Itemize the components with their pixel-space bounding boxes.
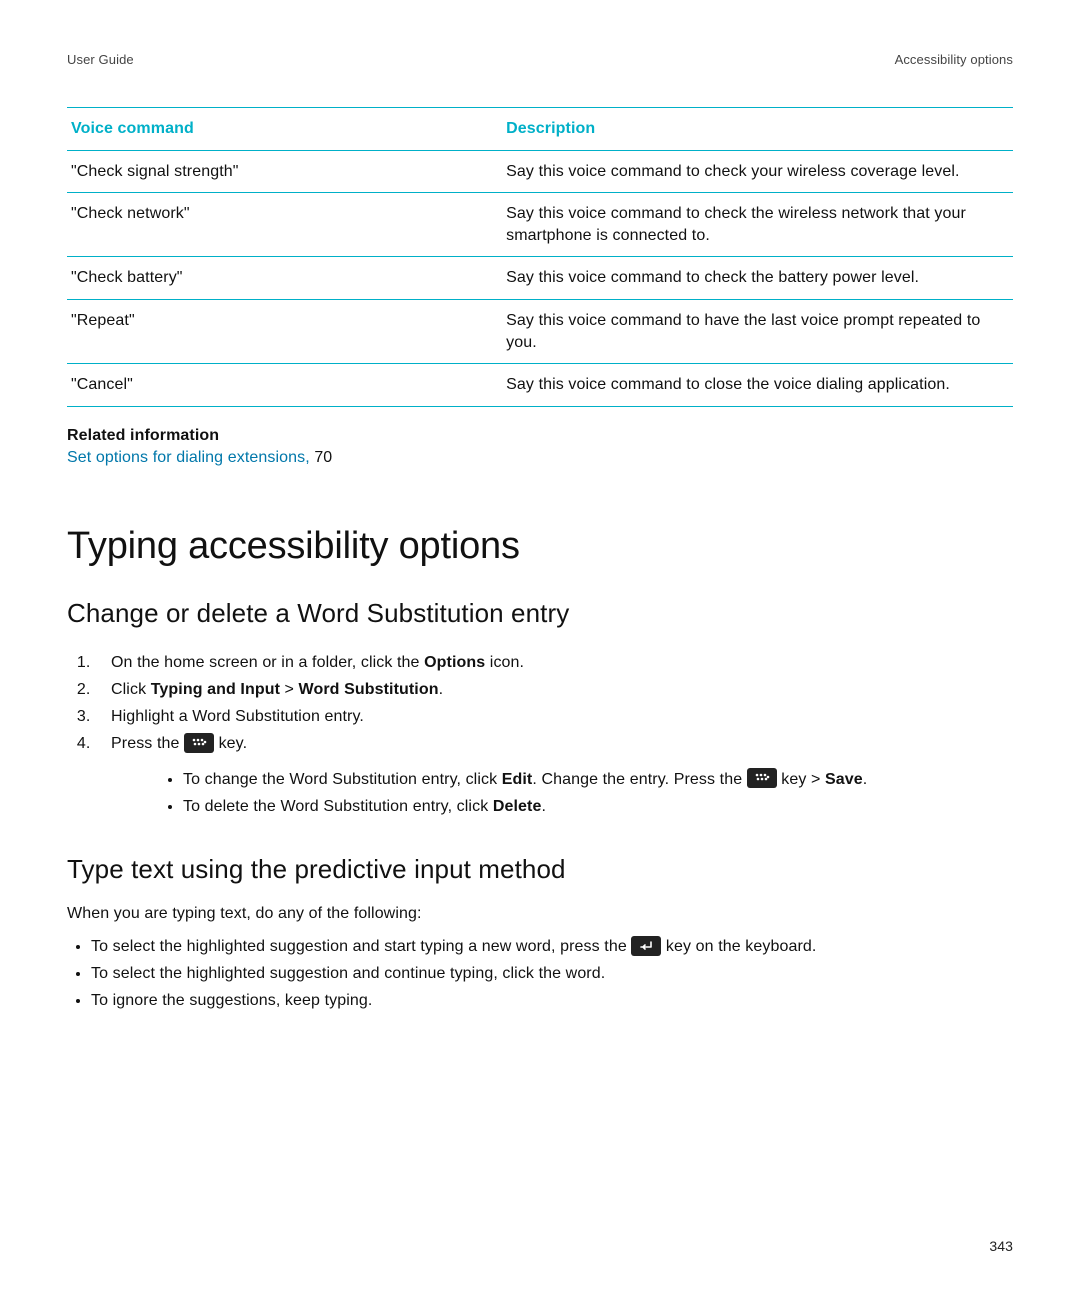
enter-key-icon [631,936,661,956]
column-header-command: Voice command [67,108,502,151]
bullet-bold: Save [825,771,863,788]
predictive-bullets: To select the highlighted suggestion and… [67,933,1013,1015]
bullet-bold: Delete [493,798,542,815]
step-text: key. [219,735,248,752]
bullet-text: To select the highlighted suggestion and… [91,938,631,955]
page-number: 343 [989,1238,1013,1254]
bullet-text: To ignore the suggestions, keep typing. [91,992,372,1009]
step-text: Press the [111,735,184,752]
subsection-title-predictive: Type text using the predictive input met… [67,854,1013,885]
step-text: > [280,681,299,698]
header-right: Accessibility options [895,52,1013,67]
step-text: On the home screen or in a folder, click… [111,654,424,671]
steps-list: On the home screen or in a folder, click… [67,649,1013,820]
subsection-title-word-substitution: Change or delete a Word Substitution ent… [67,598,1013,629]
page-title: Typing accessibility options [67,525,1013,568]
step-item: On the home screen or in a folder, click… [95,649,1013,676]
step-text: Highlight a Word Substitution entry. [111,708,364,725]
bullet-text: To delete the Word Substitution entry, c… [183,798,493,815]
step-text: . [439,681,444,698]
menu-key-icon [747,768,777,788]
step-bold: Options [424,654,485,671]
step-bold: Typing and Input [151,681,280,698]
related-info-link-row: Set options for dialing extensions, 70 [67,449,1013,467]
related-link-page: 70 [314,449,332,466]
intro-text: When you are typing text, do any of the … [67,905,1013,923]
bullet-item: To select the highlighted suggestion and… [91,933,1013,960]
cell-command: "Check network" [67,193,502,257]
bullet-text: key > [781,771,825,788]
related-link[interactable]: Set options for dialing extensions, [67,449,314,466]
bullet-text: To change the Word Substitution entry, c… [183,771,502,788]
step-item: Highlight a Word Substitution entry. [95,703,1013,730]
cell-description: Say this voice command to check the wire… [502,193,1013,257]
cell-command: "Repeat" [67,299,502,363]
step-item: Press the key. To change the Word Substi… [95,730,1013,820]
bullet-item: To select the highlighted suggestion and… [91,960,1013,987]
table-row: "Check battery" Say this voice command t… [67,257,1013,300]
step-text: Click [111,681,151,698]
cell-description: Say this voice command to check your wir… [502,150,1013,193]
bullet-text: To select the highlighted suggestion and… [91,965,605,982]
bullet-text: . Change the entry. Press the [532,771,746,788]
page-header: User Guide Accessibility options [67,52,1013,67]
table-header-row: Voice command Description [67,108,1013,151]
table-row: "Cancel" Say this voice command to close… [67,364,1013,407]
step-item: Click Typing and Input > Word Substituti… [95,676,1013,703]
bullet-item: To ignore the suggestions, keep typing. [91,987,1013,1014]
cell-command: "Cancel" [67,364,502,407]
header-left: User Guide [67,52,134,67]
table-row: "Repeat" Say this voice command to have … [67,299,1013,363]
table-row: "Check network" Say this voice command t… [67,193,1013,257]
bullet-bold: Edit [502,771,533,788]
menu-key-icon [184,733,214,753]
column-header-description: Description [502,108,1013,151]
bullet-item: To delete the Word Substitution entry, c… [183,793,1013,820]
voice-command-table: Voice command Description "Check signal … [67,107,1013,407]
cell-command: "Check battery" [67,257,502,300]
cell-description: Say this voice command to check the batt… [502,257,1013,300]
table-row: "Check signal strength" Say this voice c… [67,150,1013,193]
cell-description: Say this voice command to have the last … [502,299,1013,363]
bullet-text: key on the keyboard. [666,938,817,955]
step-text: icon. [485,654,524,671]
cell-command: "Check signal strength" [67,150,502,193]
bullet-text: . [863,771,868,788]
sub-bullets: To change the Word Substitution entry, c… [111,766,1013,820]
related-info-heading: Related information [67,427,1013,445]
cell-description: Say this voice command to close the voic… [502,364,1013,407]
bullet-item: To change the Word Substitution entry, c… [183,766,1013,793]
step-bold: Word Substitution [299,681,439,698]
bullet-text: . [541,798,546,815]
